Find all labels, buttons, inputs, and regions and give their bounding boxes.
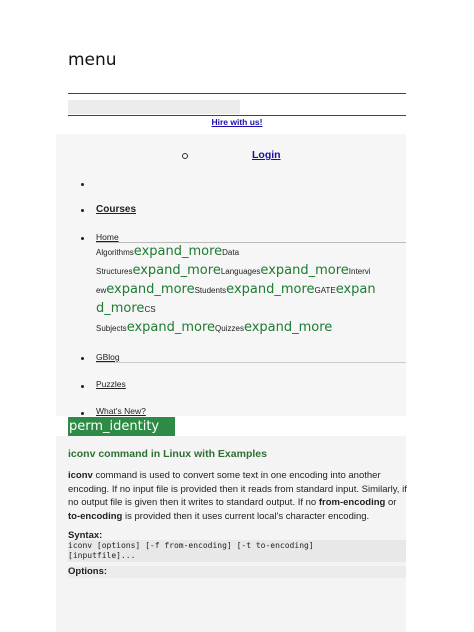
expand-more-icon[interactable]: expand_more [132,263,220,278]
nav-item-interview[interactable]: ew [96,286,106,295]
nav-item-cs-subjects[interactable]: Subjects [96,324,127,333]
hire-with-us-link[interactable]: Hire with us! [0,117,474,127]
nav-item-quizzes[interactable]: Quizzes [215,324,244,333]
code-line: [inputfile]... [68,551,136,560]
search-bar-placeholder [68,100,240,114]
submenu-row: ewexpand_moreStudentsexpand_moreGATEexpa… [96,280,406,299]
perm-identity-icon[interactable]: perm_identity [68,417,175,436]
expand-more-icon[interactable]: d_more [96,301,144,316]
desc-text: or [385,497,397,508]
submenu: Algorithmsexpand_moreData Structuresexpa… [96,242,406,337]
submenu-row: d_moreCS [96,299,406,318]
bullet-icon [81,412,84,415]
submenu-row: Subjectsexpand_moreQuizzesexpand_more [96,318,406,337]
desc-text: is provided then it uses current local's… [122,510,370,522]
syntax-code-block: iconv [options] [-f from-encoding] [-t t… [68,540,406,562]
submenu-row: Algorithmsexpand_moreData [96,242,406,261]
expand-more-icon[interactable]: expand_more [244,320,332,335]
bullet-icon [81,183,84,186]
nav-item-courses[interactable]: Courses [96,204,136,215]
nav-item-home[interactable]: Home [96,232,119,242]
nav-item-interview[interactable]: Intervi [349,267,371,276]
article-description: iconv command is used to convert some te… [68,469,408,523]
options-label: Options: [68,566,406,578]
expand-more-icon[interactable]: expand_more [127,320,215,335]
nav-item-cs-subjects[interactable]: CS [144,305,155,314]
nav-item-algorithms[interactable]: Algorithms [96,248,134,257]
article-panel [56,436,406,632]
desc-text: iconv [68,470,93,481]
expand-more-icon[interactable]: expand_more [134,244,222,259]
menu-label[interactable]: menu [68,50,117,70]
code-line: iconv [options] [-f from-encoding] [-t t… [68,541,314,550]
divider [68,93,406,94]
nav-item-students[interactable]: Students [195,286,227,295]
divider [68,115,406,116]
bullet-icon [81,385,84,388]
bullet-icon [81,209,84,212]
nav-item-data-structures[interactable]: Structures [96,267,132,276]
expand-more-icon[interactable]: expan [336,282,376,297]
bullet-icon [81,237,84,240]
nav-item-whats-new[interactable]: What's New? [96,406,146,416]
nav-item-data-structures[interactable]: Data [222,248,239,257]
circle-icon [182,153,188,159]
submenu-row: Structuresexpand_moreLanguagesexpand_mor… [96,261,406,280]
nav-item-gblog[interactable]: GBlog [96,352,120,362]
expand-more-icon[interactable]: expand_more [226,282,314,297]
nav-item-puzzles[interactable]: Puzzles [96,379,126,389]
desc-text: from-encoding [318,497,386,508]
expand-more-icon[interactable]: expand_more [260,263,348,278]
bullet-icon [81,357,84,360]
desc-text: to-encoding [68,510,123,522]
expand-more-icon[interactable]: expand_more [106,282,194,297]
login-link[interactable]: Login [252,149,281,161]
nav-item-gblog-row: GBlog [96,352,406,363]
page-title: iconv command in Linux with Examples [68,448,267,460]
nav-item-gate[interactable]: GATE [315,286,336,295]
nav-item-languages[interactable]: Languages [221,267,261,276]
